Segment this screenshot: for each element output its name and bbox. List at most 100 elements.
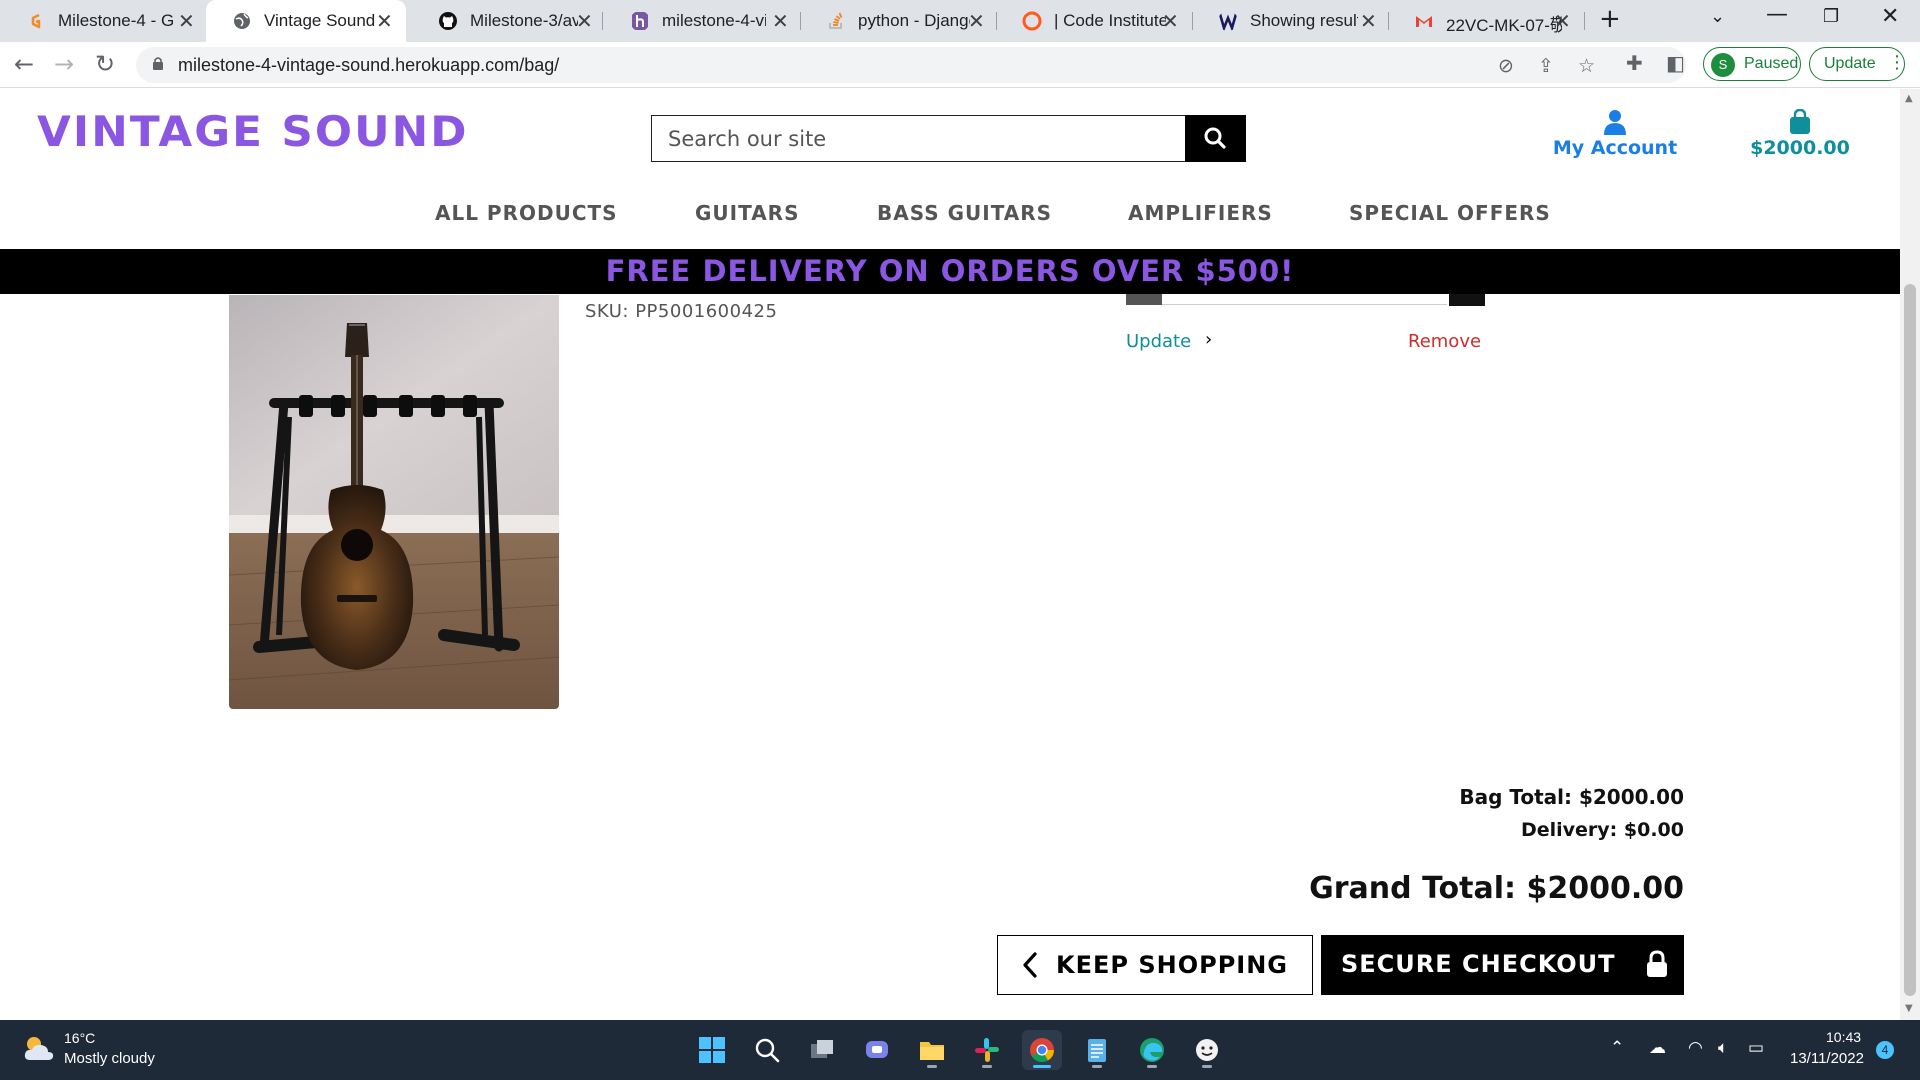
keep-shopping-button[interactable]: KEEP SHOPPING [997,935,1313,995]
extensions-puzzle-icon[interactable]: ✚ [1626,51,1643,75]
close-tab-icon[interactable]: ✕ [1360,9,1377,34]
nav-guitars[interactable]: GUITARS [695,201,799,225]
secure-checkout-label: SECURE CHECKOUT [1341,950,1616,978]
taskbar-chat[interactable] [857,1030,897,1070]
forward-icon[interactable]: → [54,50,74,78]
taskbar-emoji-app[interactable] [1187,1030,1227,1070]
close-tab-icon[interactable]: ✕ [1554,9,1571,34]
file-explorer-icon [920,1042,944,1060]
battery-icon[interactable]: ▭ [1748,1038,1764,1058]
tab-title: Milestone-4 - Gitp [58,11,174,30]
nav-bass-guitars[interactable]: BASS GUITARS [877,201,1052,225]
nav-special-offers[interactable]: SPECIAL OFFERS [1349,201,1551,225]
tab-vintage-sound[interactable]: Vintage Sound ✕ [206,0,406,42]
back-icon[interactable]: ← [14,50,34,78]
delivery-banner-text: FREE DELIVERY ON ORDERS OVER $500! [605,254,1295,288]
taskbar-edge[interactable] [1132,1030,1172,1070]
avatar: S [1711,53,1735,77]
show-hidden-icons-chevron-icon[interactable]: ⌃ [1610,1038,1624,1058]
taskbar-chrome[interactable] [1022,1030,1062,1070]
start-button[interactable] [692,1030,732,1070]
eye-slash-icon[interactable]: ⊘ [1498,55,1514,77]
tab-showing-results[interactable]: Showing results f ✕ [1192,0,1388,42]
nav-amplifiers[interactable]: AMPLIFIERS [1128,201,1273,225]
bookmark-star-icon[interactable]: ☆ [1578,55,1595,77]
search-icon [755,1038,780,1063]
shopping-bag-icon [1790,109,1810,134]
lock-icon[interactable] [152,56,164,70]
search-button[interactable] [1185,115,1246,162]
profile-button[interactable]: S Paused [1703,47,1801,81]
weather-cloud-sun-icon[interactable] [22,1034,56,1064]
bag-total-amount: $2000.00 [1750,137,1850,159]
search-icon [1204,127,1226,149]
chevron-left-icon [1023,952,1037,978]
close-tab-icon[interactable]: ✕ [376,9,393,34]
my-account-link[interactable]: My Account [1540,109,1690,169]
share-icon[interactable]: ⇪ [1538,55,1554,77]
remove-item-link[interactable]: Remove [1408,331,1481,352]
more-vertical-icon: ⋮ [1888,52,1906,73]
clock-time[interactable]: 10:43 [1826,1029,1861,1045]
screen: Milestone-4 - Gitp ✕ Vintage Sound ✕ Mil… [0,0,1920,1080]
side-panel-icon[interactable]: ◧ [1666,51,1685,75]
new-tab-icon[interactable]: + [1599,4,1621,34]
nav-all-products[interactable]: ALL PRODUCTS [435,201,618,225]
tab-stackoverflow-django[interactable]: python - Django ✕ [800,0,996,42]
tab-heroku-milestone-4[interactable]: milestone-4-vinta ✕ [604,0,800,42]
scroll-up-arrow-icon[interactable]: ▲ [1905,93,1913,104]
taskbar-file-explorer[interactable] [912,1030,952,1070]
reload-icon[interactable]: ↻ [95,50,115,78]
product-sku: SKU: PP5001600425 [585,301,778,322]
restore-icon[interactable]: ❐ [1823,6,1839,27]
close-tab-icon[interactable]: ✕ [772,9,789,34]
minimize-icon[interactable]: — [1766,2,1788,27]
taskbar-notepad[interactable] [1077,1030,1117,1070]
url-text[interactable]: milestone-4-vintage-sound.herokuapp.com/… [178,55,559,76]
taskbar-search-button[interactable] [747,1030,787,1070]
chrome-update-button[interactable]: Update ⋮ [1809,47,1906,81]
chevron-right-icon: › [1205,329,1213,350]
increment-qty-button[interactable] [1449,294,1485,306]
wifi-icon[interactable]: ◠ [1688,1038,1703,1058]
close-window-icon[interactable]: ✕ [1881,4,1899,29]
update-qty-link[interactable]: Update [1126,331,1191,352]
tab-search-chevron-icon[interactable]: ⌄ [1710,6,1725,27]
notification-badge[interactable]: 4 [1876,1041,1894,1059]
shopping-bag-link[interactable]: $2000.00 [1730,109,1870,169]
globe-icon [234,13,250,29]
search-input[interactable] [652,116,1186,161]
decrement-qty-button[interactable] [1126,294,1162,305]
task-view-button[interactable] [802,1030,842,1070]
tab-title: python - Django [858,11,970,30]
weather-description: Mostly cloudy [64,1050,155,1067]
clock-date[interactable]: 13/11/2022 [1790,1050,1864,1067]
search-box [651,115,1186,162]
update-label: Update [1824,55,1876,72]
grand-total: Grand Total: $2000.00 [1309,871,1684,906]
close-tab-icon[interactable]: ✕ [576,9,593,34]
close-tab-icon[interactable]: ✕ [1162,9,1179,34]
tab-milestone-4-gitpod[interactable]: Milestone-4 - Gitp ✕ [0,0,198,42]
qty-input[interactable] [1162,294,1447,305]
close-tab-icon[interactable]: ✕ [968,9,985,34]
page-scrollbar[interactable]: ▲ ▼ [1900,89,1920,1020]
running-indicator [1092,1065,1102,1068]
emoji-app-icon [1196,1039,1218,1061]
address-bar[interactable]: milestone-4-vintage-sound.herokuapp.com/… [136,47,1686,83]
taskbar-slack[interactable] [967,1030,1007,1070]
close-tab-icon[interactable]: ✕ [178,9,195,34]
onedrive-cloud-icon[interactable]: ☁ [1649,1038,1666,1058]
tab-separator [1584,12,1585,30]
secure-checkout-button[interactable]: SECURE CHECKOUT [1321,935,1684,995]
windows-start-icon [699,1037,725,1063]
tab-code-institute[interactable]: | Code Institute ✕ [996,0,1192,42]
tab-title: Showing results f [1250,11,1358,30]
tab-github-milestone-3[interactable]: Milestone-3/avon ✕ [412,0,612,42]
running-indicator [1147,1065,1157,1068]
scrollbar-thumb[interactable] [1904,284,1916,996]
scroll-down-arrow-icon[interactable]: ▼ [1905,1003,1913,1014]
volume-icon[interactable]: 🔈︎ [1718,1038,1728,1058]
tab-gmail[interactable]: 22VC-MK-07-敬祈 ✕ [1388,0,1584,42]
site-logo[interactable]: VINTAGE SOUND [37,107,469,156]
